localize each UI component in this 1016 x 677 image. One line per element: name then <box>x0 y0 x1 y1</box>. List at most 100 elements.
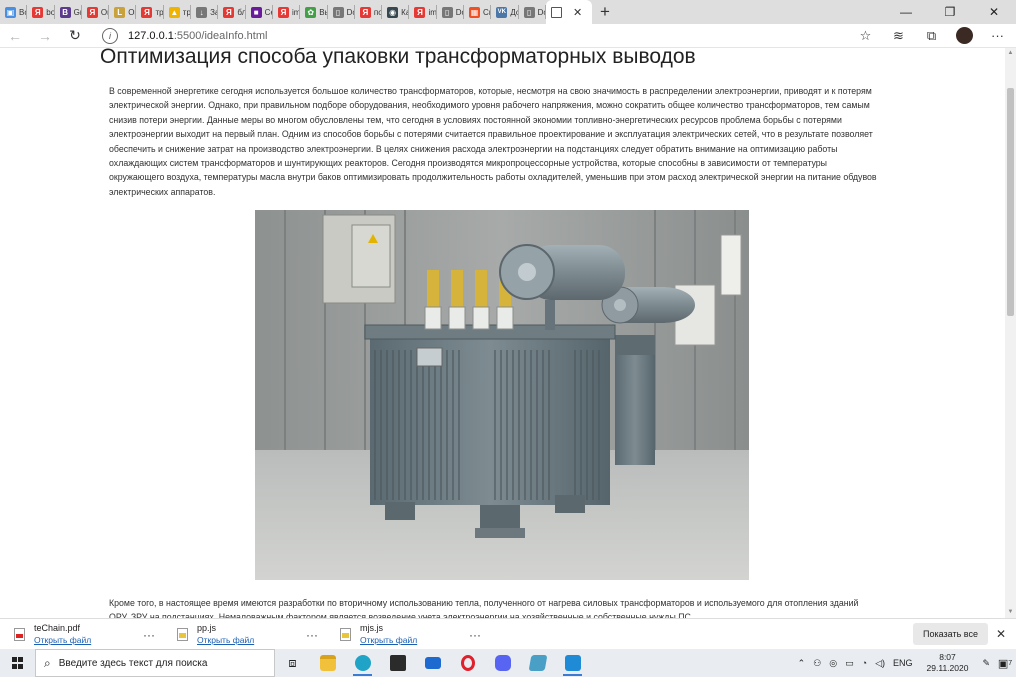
browser-tab[interactable]: ✿Выб <box>300 0 328 24</box>
page-scrollbar[interactable]: ▲ ▼ <box>1005 48 1016 618</box>
tab-list: ▣ВсеЯbooBGricЯОптLОптЯтра▲тра↓ЗагЯбло■Се… <box>0 0 546 24</box>
browser-tab[interactable]: ▯Doc <box>328 0 355 24</box>
tab-favicon-icon: Я <box>414 6 426 18</box>
tab-favicon-icon: ✿ <box>305 6 317 18</box>
tray-app-icon[interactable]: ◎ <box>829 658 837 669</box>
mail-icon[interactable] <box>415 649 450 677</box>
address-bar[interactable]: i 127.0.0.1:5500/ideaInfo.html <box>102 26 837 46</box>
window-controls: — ❐ ✕ <box>884 0 1016 24</box>
windows-taskbar: ⌕ Введите здесь текст для поиска ⧈ ⌃ ⚇ ◎… <box>0 649 1016 677</box>
browser-tab[interactable]: Яimp <box>409 0 437 24</box>
back-icon[interactable]: ← <box>0 28 30 44</box>
new-tab-button[interactable]: + <box>592 0 618 24</box>
clock[interactable]: 8:07 29.11.2020 <box>923 652 973 674</box>
scroll-up-arrow-icon[interactable]: ▲ <box>1005 48 1016 59</box>
browser-tab[interactable]: ▣Все <box>0 0 28 24</box>
scroll-thumb[interactable] <box>1007 88 1014 316</box>
tray-overflow-chevron-icon[interactable]: ⌃ <box>798 658 806 669</box>
opera-icon[interactable] <box>450 649 485 677</box>
collections-icon[interactable]: ⧉ <box>915 28 948 44</box>
network-icon[interactable]: ◔ <box>862 658 867 668</box>
browser-tab[interactable]: BGric <box>55 0 82 24</box>
tab-title: Doc <box>455 7 465 17</box>
browser-tab[interactable]: Яima <box>273 0 301 24</box>
tab-title: Doc <box>346 7 355 17</box>
restore-button[interactable]: ❐ <box>928 0 972 24</box>
favorite-star-icon[interactable]: ☆ <box>849 28 882 44</box>
more-options-icon[interactable]: ··· <box>143 628 155 642</box>
browser-tab[interactable]: ▲тра <box>164 0 192 24</box>
tab-title: Заг <box>210 7 219 17</box>
open-file-link[interactable]: Открыть файл <box>197 635 254 645</box>
download-item[interactable]: teChain.pdf Открыть файл ··· <box>0 619 163 650</box>
store-icon[interactable] <box>380 649 415 677</box>
battery-icon[interactable]: ▭ <box>845 658 854 669</box>
browser-tab[interactable]: ◉Как <box>382 0 410 24</box>
more-menu-icon[interactable]: ··· <box>981 28 1014 43</box>
minimize-button[interactable]: — <box>884 0 928 24</box>
search-icon: ⌕ <box>44 655 51 670</box>
tab-title: Доб <box>510 7 519 17</box>
tab-active[interactable]: ✕ <box>545 0 592 24</box>
file-explorer-icon[interactable] <box>310 649 345 677</box>
forward-icon[interactable]: → <box>30 28 60 44</box>
browser-tab[interactable]: LОпт <box>109 0 137 24</box>
browser-tab[interactable]: ▯Doc <box>437 0 465 24</box>
notification-center-icon[interactable]: ▣ 7 <box>994 653 1016 673</box>
scroll-down-arrow-icon[interactable]: ▼ <box>1005 607 1016 618</box>
vscode-icon[interactable] <box>555 649 590 677</box>
taskbar-search-box[interactable]: ⌕ Введите здесь текст для поиска <box>35 649 275 677</box>
download-item[interactable]: pp.js Открыть файл ··· <box>163 619 326 650</box>
download-item[interactable]: mjs.js Открыть файл ··· <box>326 619 489 650</box>
tray-app-icon[interactable]: ⚇ <box>813 658 821 669</box>
tab-favicon-icon: Я <box>86 6 98 18</box>
tab-title: Сек <box>264 7 273 17</box>
intro-paragraph: В современной энергетике сегодня использ… <box>109 86 877 197</box>
tab-favicon-icon: ▯ <box>523 6 535 18</box>
open-file-link[interactable]: Открыть файл <box>360 635 417 645</box>
tab-favicon-icon: ▦ <box>469 6 481 18</box>
tab-favicon-icon: ▯ <box>441 6 453 18</box>
app-icon[interactable] <box>520 649 555 677</box>
language-indicator[interactable]: ENG <box>893 658 913 668</box>
js-file-icon <box>340 627 351 641</box>
clock-date: 29.11.2020 <box>926 663 969 673</box>
close-window-button[interactable]: ✕ <box>972 0 1016 24</box>
show-all-downloads-button[interactable]: Показать все <box>913 623 988 645</box>
tab-favicon-icon: ■ <box>250 6 262 18</box>
info-icon[interactable]: i <box>102 27 118 44</box>
tab-title: Выб <box>319 7 328 17</box>
volume-icon[interactable]: ◁) <box>875 658 885 669</box>
system-tray: ⌃ ⚇ ◎ ▭ ◔ ◁) ENG 8:07 29.11.2020 ✎ ▣ 7 <box>794 652 1016 674</box>
browser-tab[interactable]: ▯Doc <box>519 0 546 24</box>
more-options-icon[interactable]: ··· <box>306 628 318 642</box>
browser-tab[interactable]: Япод <box>355 0 383 24</box>
browser-tab[interactable]: ■Сек <box>246 0 273 24</box>
favorites-list-icon[interactable]: ≋ <box>882 28 915 44</box>
tab-title: бло <box>237 7 246 17</box>
task-view-icon[interactable]: ⧈ <box>275 649 310 677</box>
browser-tab[interactable]: Яboo <box>27 0 55 24</box>
more-options-icon[interactable]: ··· <box>469 628 481 642</box>
browser-tab[interactable]: VKДоб <box>491 0 519 24</box>
browser-tab[interactable]: ЯОпт <box>82 0 110 24</box>
browser-tab[interactable]: ↓Заг <box>191 0 219 24</box>
tab-title: тра <box>155 7 164 17</box>
open-file-link[interactable]: Открыть файл <box>34 635 91 645</box>
discord-icon[interactable] <box>485 649 520 677</box>
close-tab-icon[interactable]: ✕ <box>573 6 582 19</box>
browser-tab[interactable]: ▦Спр <box>464 0 492 24</box>
tab-favicon-icon: VK <box>496 6 508 18</box>
profile-avatar[interactable] <box>956 27 973 44</box>
browser-tab[interactable]: Ятра <box>136 0 164 24</box>
clock-time: 8:07 <box>939 652 956 662</box>
ink-workspace-icon[interactable]: ✎ <box>982 658 990 669</box>
close-downloads-icon[interactable]: ✕ <box>996 627 1006 641</box>
reload-icon[interactable]: ↻ <box>60 27 90 44</box>
pdf-file-icon <box>14 627 25 641</box>
edge-browser-icon[interactable] <box>345 649 380 677</box>
browser-tab[interactable]: Ябло <box>218 0 246 24</box>
js-file-icon <box>177 627 188 641</box>
tab-title: boo <box>46 7 55 17</box>
start-button[interactable] <box>0 649 35 677</box>
